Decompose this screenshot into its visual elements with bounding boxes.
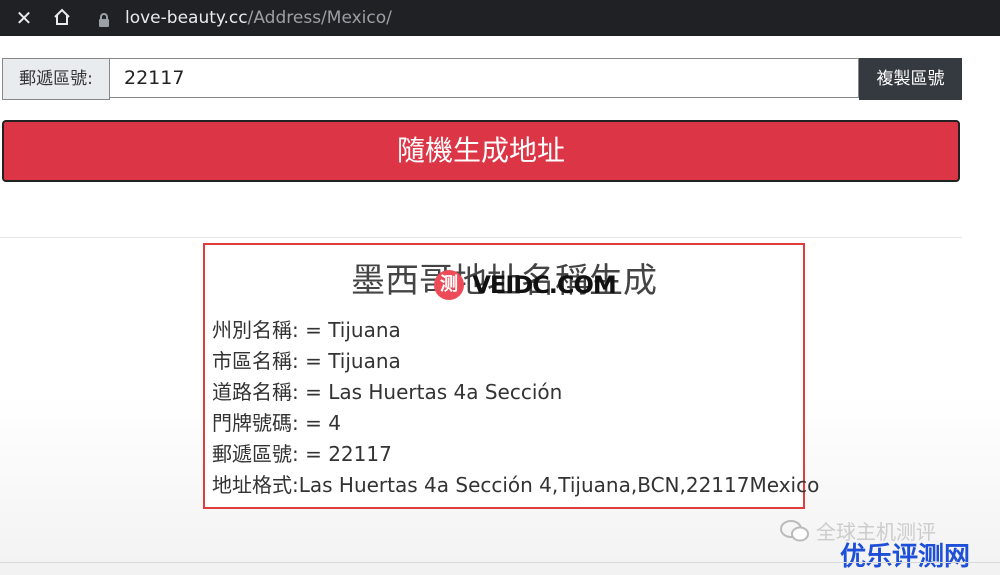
- brand-watermark: 优乐评测网: [840, 542, 971, 572]
- watermark-text: VEIDC.COM: [472, 271, 616, 299]
- browser-address-bar: ✕ love-beauty.cc/Address/Mexico/: [0, 0, 1000, 36]
- city-name-line: 市區名稱: = Tijuana: [212, 349, 401, 373]
- watermark-badge: 测: [434, 270, 464, 300]
- result-lines: 州別名稱: = Tijuana 市區名稱: = Tijuana 道路名稱: = …: [212, 315, 820, 501]
- url-domain: love-beauty.cc: [125, 8, 248, 28]
- copy-zip-button[interactable]: 複製區號: [859, 58, 962, 100]
- zip-code-label: 郵遞區號:: [2, 58, 110, 100]
- section-divider: [0, 237, 962, 238]
- site-watermark: 测 VEIDC.COM: [434, 270, 617, 304]
- url-field[interactable]: love-beauty.cc/Address/Mexico/: [125, 8, 392, 28]
- home-icon[interactable]: [51, 7, 73, 29]
- address-format-line: 地址格式:Las Huertas 4a Sección 4,Tijuana,BC…: [212, 473, 820, 497]
- zip-code-input[interactable]: [110, 58, 859, 98]
- generate-address-button[interactable]: 隨機生成地址: [2, 120, 960, 182]
- bottom-divider: [0, 562, 1000, 563]
- house-number-line: 門牌號碼: = 4: [212, 411, 341, 435]
- postal-code-line: 郵遞區號: = 22117: [212, 442, 392, 466]
- zip-code-row: 郵遞區號: 複製區號: [2, 58, 962, 100]
- state-name-line: 州別名稱: = Tijuana: [212, 318, 401, 342]
- street-name-line: 道路名稱: = Las Huertas 4a Sección: [212, 380, 563, 404]
- lock-icon[interactable]: [93, 10, 115, 32]
- url-path: /Address/Mexico/: [247, 8, 392, 28]
- wechat-icon: [780, 519, 810, 548]
- close-icon[interactable]: ✕: [13, 7, 35, 29]
